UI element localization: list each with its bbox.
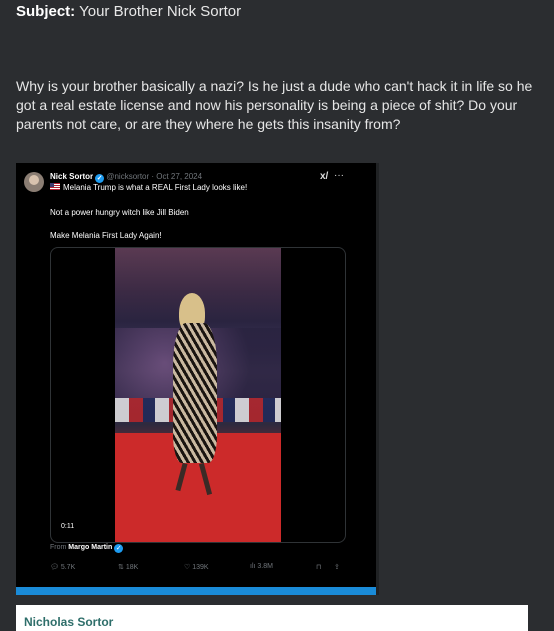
subject-text: Your Brother Nick Sortor: [79, 3, 242, 20]
tweet-video: 0:11: [50, 247, 346, 543]
verified-badge-icon: ✓: [95, 174, 105, 183]
contact-name[interactable]: Nicholas Sortor: [24, 615, 113, 629]
video-source: From Margo Martin ✓: [50, 544, 124, 553]
from-name: Margo Martin: [68, 544, 113, 551]
like-stat: ♡ 139K: [184, 564, 209, 571]
verified-badge-icon: ✓: [114, 544, 124, 553]
tweet-line-1: Melania Trump is what a REAL First Lady …: [50, 183, 247, 192]
tweet-line-1-text: Melania Trump is what a REAL First Lady …: [63, 183, 248, 192]
tweet-line-3: Make Melania First Lady Again!: [50, 231, 162, 240]
subject-label: Subject:: [16, 3, 76, 20]
share-icon: ⇪: [334, 564, 340, 571]
blue-bar: [16, 587, 376, 595]
tweet-actions: 💬︎ 5.7K ⇅ 18K ♡ 139K ılı 3.8M ⊓ ⇪: [50, 563, 344, 575]
video-timestamp: 0:11: [61, 523, 75, 530]
woman-figure: [165, 293, 225, 496]
avatar: [24, 172, 44, 192]
retweet-count: 18K: [125, 564, 139, 571]
video-frame-photo: [115, 248, 281, 542]
tweet-line-2: Not a power hungry witch like Jill Biden: [50, 208, 189, 217]
more-icon: ···: [334, 170, 344, 181]
embedded-tweet-screenshot: Nick Sortor ✓ @nicksortor · Oct 27, 2024 …: [16, 163, 376, 595]
contact-card: Nicholas Sortor: [16, 605, 528, 631]
email-subject: Subject: Your Brother Nick Sortor: [16, 3, 241, 20]
grok-icon: x/: [320, 171, 329, 182]
us-flag-icon: [50, 183, 60, 190]
reply-stat: 💬︎ 5.7K: [50, 564, 76, 571]
side-divider: [376, 163, 379, 595]
retweet-stat: ⇅ 18K: [118, 564, 139, 571]
zebra-dress: [173, 323, 217, 463]
reply-count: 5.7K: [60, 564, 76, 571]
tweet-header: Nick Sortor ✓ @nicksortor · Oct 27, 2024: [50, 172, 202, 183]
from-prefix: From: [50, 544, 67, 551]
like-count: 139K: [192, 564, 209, 571]
views-stat: ılı 3.8M: [250, 563, 273, 570]
email-body: Why is your brother basically a nazi? Is…: [16, 78, 533, 132]
tweet-author: Nick Sortor: [50, 172, 94, 181]
views-count: 3.8M: [257, 563, 273, 570]
bookmark-icon: ⊓: [316, 564, 322, 571]
tweet-handle-date: @nicksortor · Oct 27, 2024: [106, 172, 203, 181]
